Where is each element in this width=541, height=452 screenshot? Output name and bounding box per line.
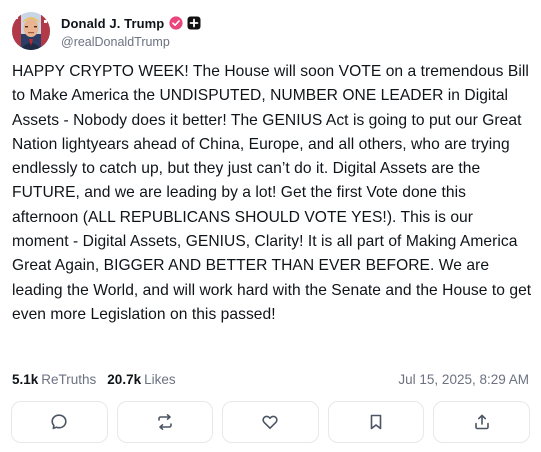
reply-button[interactable] <box>11 401 108 443</box>
post-stats: 5.1k ReTruths 20.7k Likes Jul 15, 2025, … <box>12 370 529 388</box>
author-names: Donald J. Trump @realDonaldTrump <box>61 13 201 49</box>
bookmark-icon <box>370 414 382 430</box>
heart-icon <box>262 415 279 429</box>
avatar[interactable] <box>12 12 50 50</box>
share-upload-icon <box>474 414 489 430</box>
likes-label[interactable]: Likes <box>144 372 176 387</box>
post-card: Donald J. Trump @realDonaldTrump HAPPY C… <box>0 0 541 452</box>
verified-badge-icon <box>169 16 183 30</box>
action-bar <box>11 401 530 443</box>
like-button[interactable] <box>222 401 319 443</box>
display-name[interactable]: Donald J. Trump <box>61 16 164 31</box>
name-row: Donald J. Trump <box>61 13 201 33</box>
likes-count[interactable]: 20.7k <box>107 372 141 387</box>
share-button[interactable] <box>433 401 530 443</box>
portrait-avatar-icon <box>12 12 50 50</box>
post-header: Donald J. Trump @realDonaldTrump <box>12 11 201 51</box>
retruths-count[interactable]: 5.1k <box>12 372 38 387</box>
retruth-button[interactable] <box>116 401 214 443</box>
comment-bubble-icon <box>51 414 67 430</box>
plus-square-icon <box>187 16 201 30</box>
post-timestamp[interactable]: Jul 15, 2025, 8:29 AM <box>398 372 529 387</box>
retruths-label[interactable]: ReTruths <box>41 372 96 387</box>
repost-arrows-icon <box>158 414 172 430</box>
post-text: HAPPY CRYPTO WEEK! The House will soon V… <box>12 63 532 323</box>
bookmark-button[interactable] <box>327 401 425 443</box>
author-handle[interactable]: @realDonaldTrump <box>61 35 201 49</box>
